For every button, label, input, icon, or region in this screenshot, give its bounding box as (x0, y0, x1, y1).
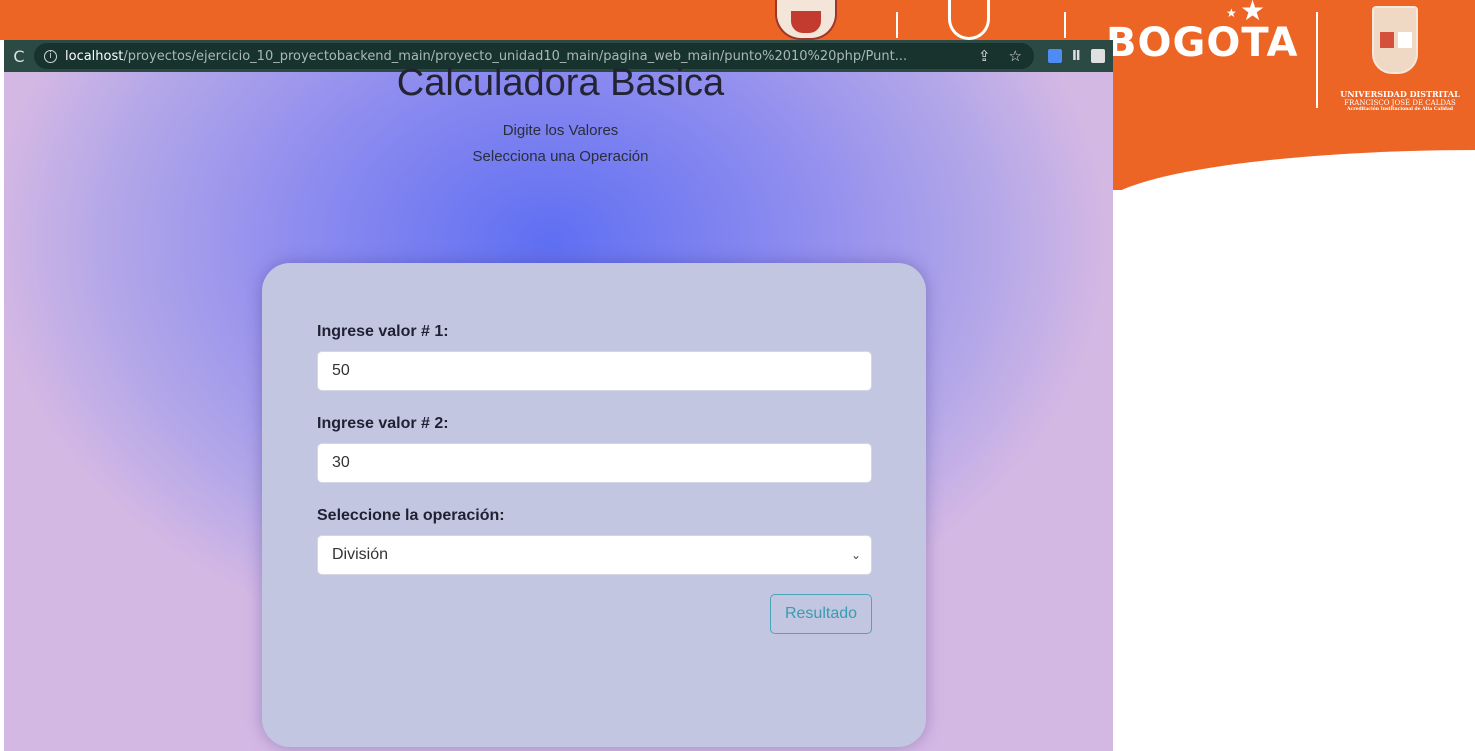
university-accreditation: Acreditación Institucional de Alta Calid… (1346, 107, 1454, 113)
value1-label: Ingrese valor # 1: (317, 323, 449, 340)
value2-input[interactable]: 30 (317, 443, 872, 483)
info-icon[interactable]: i (44, 49, 57, 63)
result-button[interactable]: Resultado (770, 594, 872, 634)
calculator-card: Ingrese valor # 1: 50 Ingrese valor # 2:… (262, 263, 926, 747)
value1-input[interactable]: 50 (317, 351, 872, 391)
logo-divider (896, 12, 898, 38)
operation-selected-value: División (332, 546, 389, 563)
star-icon: ★ (1240, 0, 1266, 27)
university-crest-logo (1372, 6, 1418, 74)
star-icon: ★ (1226, 6, 1237, 20)
university-name-line1: UNIVERSIDAD DISTRITAL (1340, 89, 1460, 99)
translate-extension-icon[interactable] (1048, 49, 1062, 63)
value2-label: Ingrese valor # 2: (317, 415, 449, 432)
operation-select[interactable]: División ⌄ (317, 535, 872, 575)
university-name: UNIVERSIDAD DISTRITAL FRANCISCO JOSÉ DE … (1326, 89, 1474, 113)
chevron-down-icon: ⌄ (850, 548, 861, 562)
operation-label: Seleccione la operación: (317, 507, 505, 524)
extension-icon[interactable] (1090, 49, 1105, 63)
page-content: Calculadora Basica Digite los Valores Se… (4, 62, 1113, 751)
logo-divider (1064, 12, 1066, 38)
logo-divider (1316, 12, 1318, 108)
browser-window: C i localhost/proyectos/ejercicio_10_pro… (0, 40, 1113, 751)
round-emblem-logo (948, 0, 990, 40)
bogota-logo: BOGOTA (1106, 20, 1299, 66)
page-subtitle: Selecciona una Operación (472, 148, 649, 165)
page-title: Calculadora Basica (396, 62, 725, 104)
page-subtitle: Digite los Valores (502, 122, 619, 139)
